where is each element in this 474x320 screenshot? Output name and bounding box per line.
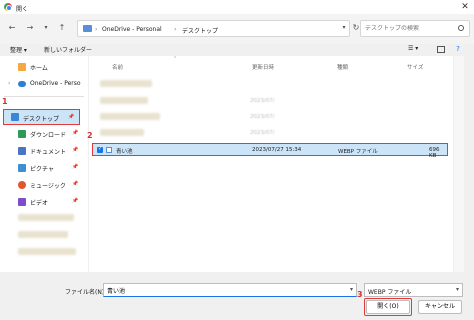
blurred-file[interactable] [100,129,144,136]
filename-label: ファイル名(N): [65,289,107,296]
chevron-right-icon: › [8,80,11,87]
file-name: 青い池 [116,149,133,155]
up-button[interactable]: ↑ [56,22,68,34]
sidebar-item-label: ダウンロード [30,132,67,139]
picture-icon [18,164,26,172]
help-icon[interactable]: ? [452,43,464,55]
filename-field[interactable]: ▾ [103,283,357,297]
sort-ascending-icon: ⌃ [173,56,178,62]
filetype-select[interactable]: WEBP ファイル ▾ [364,283,463,297]
sidebar-item-videos[interactable]: ビデオ 📌 [6,195,82,209]
close-icon[interactable]: ✕ [458,1,472,13]
chevron-right-icon: › [174,26,177,33]
sidebar-item-label: ビデオ [30,200,49,207]
sidebar-item-documents[interactable]: ドキュメント 📌 [6,144,82,158]
image-file-icon [106,147,112,153]
forward-button[interactable]: → [24,22,36,34]
vertical-scrollbar[interactable] [454,56,464,272]
title-bar [0,0,474,14]
pin-icon: 📌 [72,198,79,204]
pin-icon: 📌 [72,181,79,187]
blurred-file[interactable] [100,80,152,87]
blurred-date: 2023/07/ [250,98,275,104]
organize-button[interactable]: 整理 ▾ [10,45,27,54]
chevron-down-icon[interactable]: ▾ [350,286,353,293]
pin-icon: 📌 [72,130,79,136]
file-list [89,56,453,272]
file-type: WEBP ファイル [338,149,378,155]
chevron-right-icon: › [95,26,98,33]
blurred-folder[interactable] [18,248,76,255]
sidebar-item-label: ホーム [30,65,48,72]
blurred-file[interactable] [100,97,148,104]
sidebar-item-downloads[interactable]: ダウンロード 📌 [6,127,82,141]
preview-pane-icon[interactable] [437,46,445,53]
home-icon [18,63,26,71]
filetype-value: WEBP ファイル [368,289,412,296]
table-row-selected[interactable]: 青い池 2023/07/27 15:34 WEBP ファイル 696 KB [92,143,448,159]
cancel-button[interactable]: キャンセル [418,300,462,314]
sidebar-item-label: ピクチャ [30,166,54,173]
filename-input[interactable] [107,287,337,294]
address-dropdown-icon[interactable]: ▾ [338,22,350,34]
address-bar[interactable]: › OneDrive - Personal › デスクトップ [77,20,350,37]
blurred-date: 2023/07/ [250,114,275,120]
back-button[interactable]: ← [6,22,18,34]
sidebar-item-label: ミュージック [30,183,66,190]
step-marker-1: 1 [2,97,8,106]
search-icon [458,25,464,31]
file-size: 696 KB [429,147,440,159]
sidebar-item-home[interactable]: ホーム [6,60,82,74]
search-box[interactable] [360,20,470,37]
checkbox-checked[interactable] [97,146,103,153]
search-input[interactable] [365,25,455,32]
sidebar-item-label: OneDrive - Perso [30,80,81,87]
desktop-icon [11,113,19,121]
window-title: 開く [16,6,29,13]
view-menu-button[interactable]: ☰ ▾ [408,45,418,52]
cloud-icon [18,81,26,87]
divider [4,96,84,97]
step-marker-3: 3 [357,290,363,299]
chevron-down-icon: ▾ [455,286,459,293]
pin-icon: 📌 [72,164,79,170]
sidebar-item-music[interactable]: ミュージック 📌 [6,178,82,192]
pin-icon: 📌 [72,147,79,153]
sidebar-item-pictures[interactable]: ピクチャ 📌 [6,161,82,175]
video-icon [18,198,26,206]
history-dropdown-icon[interactable]: ▾ [40,22,52,34]
blurred-date: 2023/07/ [250,130,275,136]
music-icon [18,181,26,189]
download-icon [18,130,26,138]
column-header-size[interactable]: サイズ [407,63,423,71]
column-header-name[interactable]: 名前 [112,63,123,71]
blurred-file[interactable] [100,113,160,120]
file-date: 2023/07/27 15:34 [252,147,302,153]
sidebar-item-label: ドキュメント [30,149,67,156]
new-folder-button[interactable]: 新しいフォルダー [44,45,92,54]
sidebar-item-label: デスクトップ [23,116,60,123]
document-icon [18,147,26,155]
breadcrumb-onedrive[interactable]: OneDrive - Personal [102,26,162,33]
folder-icon [83,25,92,32]
column-header-type[interactable]: 種類 [337,63,348,71]
blurred-folder[interactable] [18,231,68,238]
sidebar-item-onedrive[interactable]: › OneDrive - Perso [6,77,82,91]
column-header-date[interactable]: 更新日時 [252,63,274,71]
blurred-folder[interactable] [18,214,74,221]
pin-icon: 📌 [68,114,75,120]
sidebar-item-desktop[interactable]: デスクトップ 📌 [3,109,80,125]
open-button[interactable]: 開く(O) [366,300,410,314]
chrome-icon [4,3,12,11]
step-marker-2: 2 [87,131,93,140]
breadcrumb-desktop[interactable]: デスクトップ [182,26,218,35]
